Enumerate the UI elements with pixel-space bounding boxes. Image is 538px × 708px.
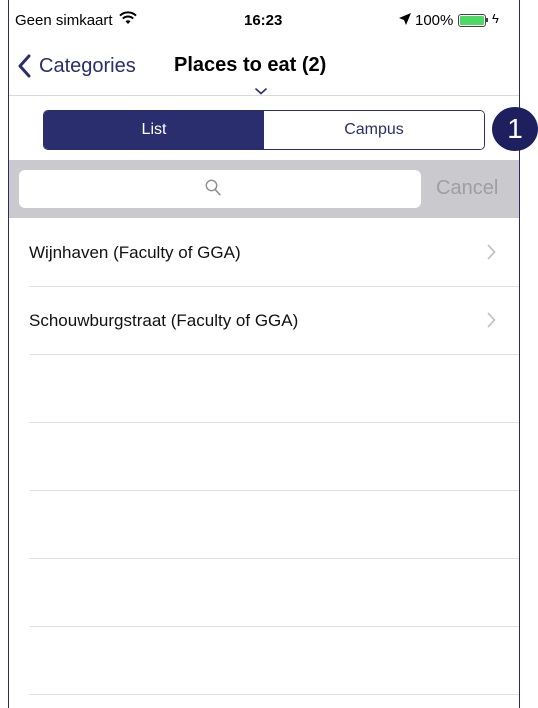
chevron-left-icon (18, 54, 31, 78)
charging-bolt-icon: ϟ (492, 11, 499, 26)
cancel-button[interactable]: Cancel (436, 177, 498, 200)
annotation-badge: 1 (492, 107, 538, 151)
chevron-right-icon (487, 312, 496, 333)
list-item-label: Schouwburgstraat (Faculty of GGA) (29, 311, 299, 330)
list-item[interactable]: Schouwburgstraat (Faculty of GGA) (9, 287, 519, 355)
places-list: Wijnhaven (Faculty of GGA) Schouwburgstr… (9, 219, 519, 695)
segment-campus[interactable]: Campus (264, 111, 484, 149)
location-arrow-icon (398, 12, 412, 29)
segment-list[interactable]: List (44, 111, 264, 149)
list-item-label: Wijnhaven (Faculty of GGA) (29, 243, 241, 262)
clock: 16:23 (244, 12, 283, 29)
phone-screen: Geen simkaart 16:23 100% ϟ Categories Pl… (8, 0, 520, 708)
navigation-bar: Categories Places to eat (2) (9, 40, 519, 96)
battery-icon (458, 14, 486, 27)
page-title: Places to eat (2) (174, 54, 327, 76)
list-item[interactable]: Wijnhaven (Faculty of GGA) (9, 219, 519, 287)
search-input[interactable] (19, 170, 421, 208)
view-segmented-control: List Campus (43, 110, 485, 150)
empty-row (9, 423, 519, 491)
empty-row (9, 491, 519, 559)
status-bar: Geen simkaart 16:23 100% ϟ (9, 0, 519, 40)
search-bar: Cancel (9, 160, 519, 218)
empty-row (9, 355, 519, 423)
carrier-label: Geen simkaart (15, 12, 113, 29)
back-button-label: Categories (39, 54, 136, 77)
empty-row (9, 559, 519, 627)
battery-percent: 100% (415, 12, 454, 29)
chevron-right-icon (487, 244, 496, 265)
wifi-icon (119, 11, 137, 30)
back-button[interactable]: Categories (17, 48, 136, 84)
empty-row (9, 627, 519, 695)
chevron-down-icon[interactable] (255, 82, 267, 100)
divider (29, 694, 519, 695)
